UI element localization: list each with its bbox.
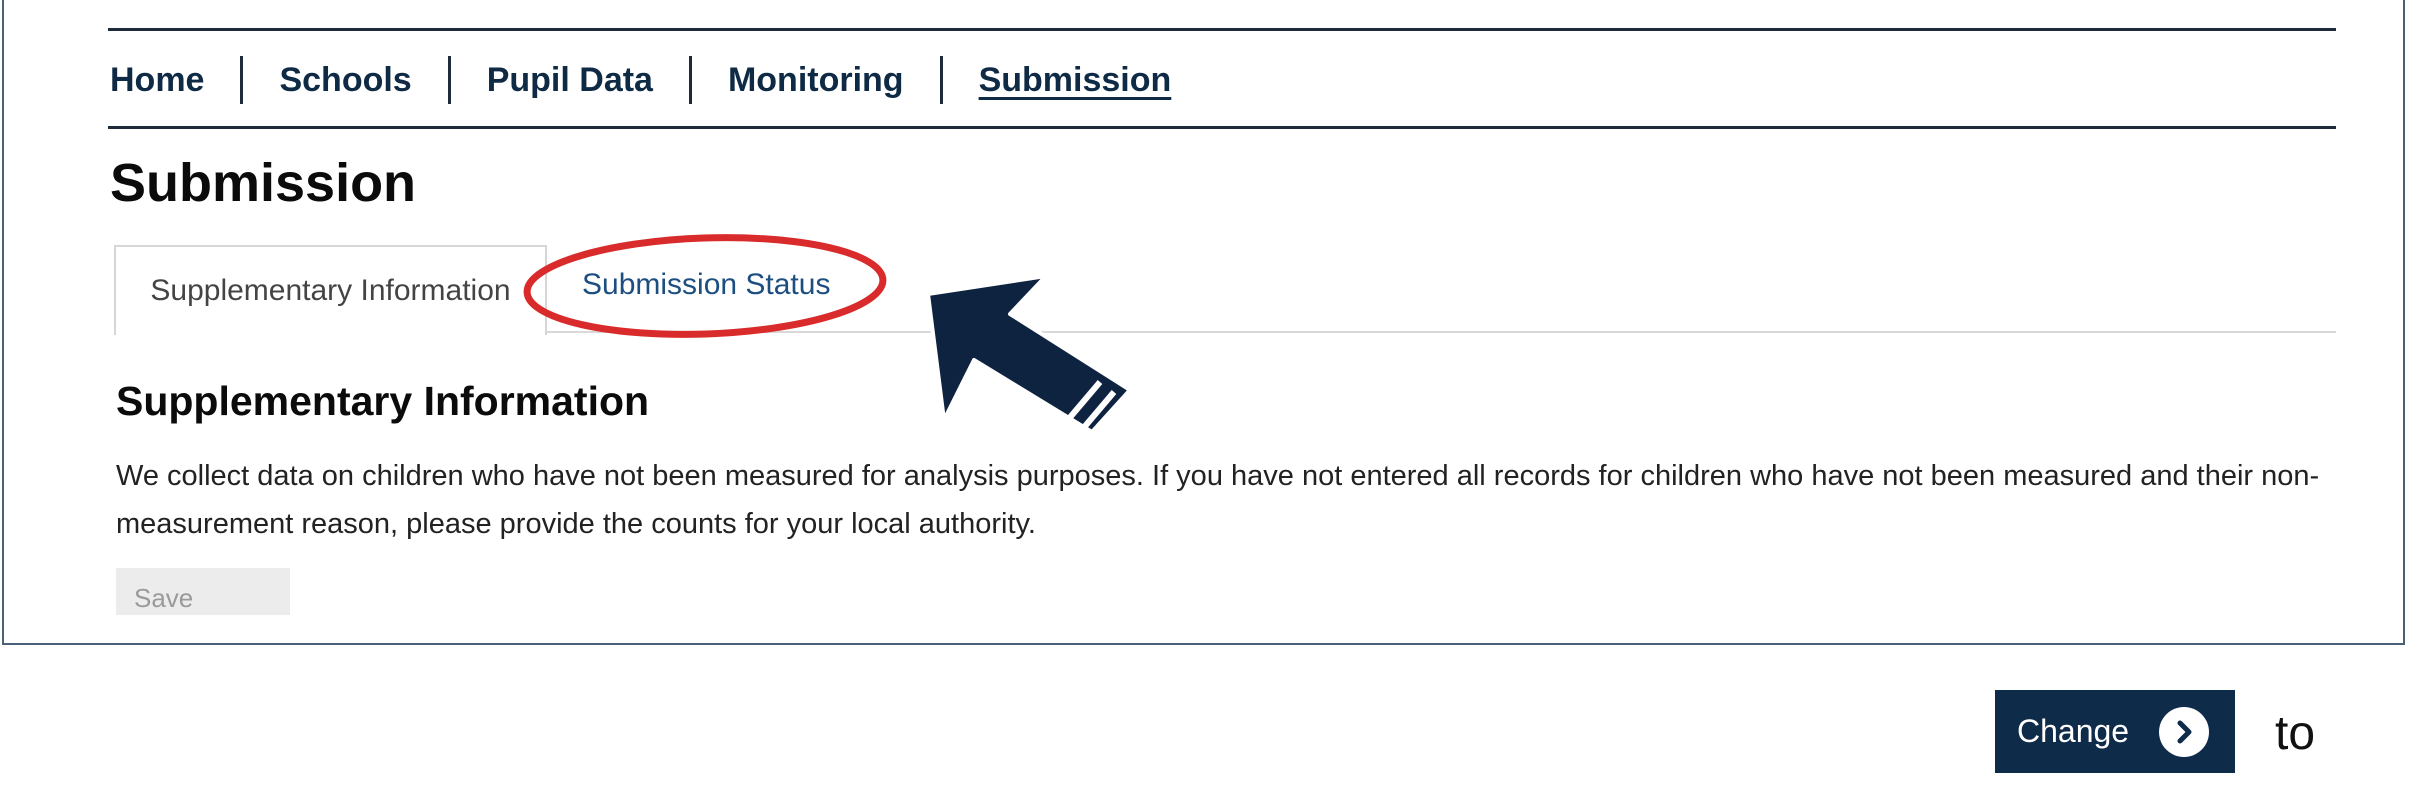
tab-submission-status[interactable]: Submission Status (582, 268, 830, 302)
tab-supplementary-information[interactable]: Supplementary Information (114, 245, 547, 335)
nav-bottom-rule (108, 126, 2336, 129)
section-description: We collect data on children who have not… (116, 460, 2320, 540)
save-button[interactable]: Save (116, 568, 290, 615)
nav-home[interactable]: Home (110, 56, 240, 104)
tab-supplementary-information-label: Supplementary Information (150, 274, 511, 307)
main-nav: Home Schools Pupil Data Monitoring Submi… (110, 55, 1207, 105)
section-title: Supplementary Information (116, 378, 650, 424)
screenshot-frame: Home Schools Pupil Data Monitoring Submi… (2, 0, 2405, 645)
change-button-label: Change (2017, 713, 2130, 749)
nav-monitoring[interactable]: Monitoring (688, 56, 940, 104)
trailing-text: to (2275, 707, 2316, 760)
page-title: Submission (110, 153, 417, 213)
nav-schools[interactable]: Schools (240, 56, 447, 104)
nav-pupil-data[interactable]: Pupil Data (447, 56, 689, 104)
change-button[interactable]: Change (1995, 690, 2235, 773)
nav-top-rule (108, 28, 2336, 31)
chevron-right-circle-icon (2159, 707, 2209, 757)
nav-submission[interactable]: Submission (939, 56, 1208, 104)
